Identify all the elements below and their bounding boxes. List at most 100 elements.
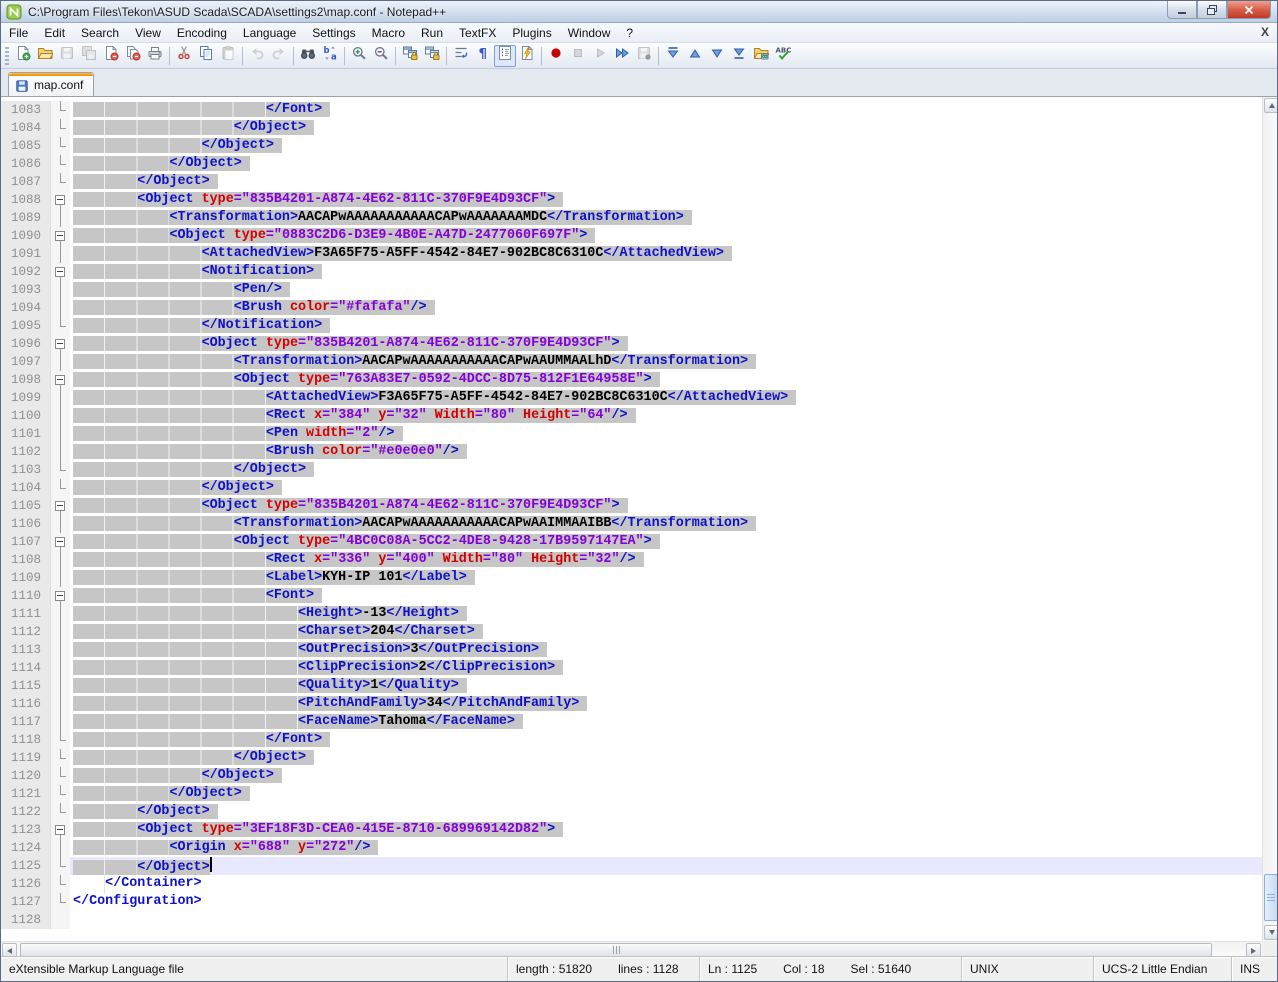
- code-text[interactable]: <OutPrecision>3</OutPrecision>: [70, 641, 1262, 659]
- nav-next-button[interactable]: [706, 45, 728, 67]
- code-text[interactable]: </Object>: [70, 479, 1262, 497]
- code-line[interactable]: 1122 </Object>: [1, 803, 1262, 821]
- code-text[interactable]: <Object type="0883C2D6-D3E9-4B0E-A47D-24…: [70, 227, 1262, 245]
- code-line[interactable]: 1100 <Rect x="384" y="32" Width="80" Hei…: [1, 407, 1262, 425]
- fold-collapse-box[interactable]: [51, 191, 70, 209]
- menubar-close-document-button[interactable]: X: [1261, 25, 1269, 39]
- play-macro-button[interactable]: [589, 45, 611, 67]
- horizontal-scrollbar-thumb[interactable]: [20, 943, 1212, 957]
- indent-guide-button[interactable]: [494, 45, 516, 67]
- code-text[interactable]: <Object type="835B4201-A874-4E62-811C-37…: [70, 497, 1262, 515]
- code-text[interactable]: </Object>: [70, 857, 1262, 875]
- code-line[interactable]: 1091 <AttachedView>F3A65F75-A5FF-4542-84…: [1, 245, 1262, 263]
- code-text[interactable]: <Transformation>AACAPwAAAAAAAAAAACAPwAAI…: [70, 515, 1262, 533]
- doc-map-button[interactable]: [516, 45, 538, 67]
- code-line[interactable]: 1128: [1, 911, 1262, 929]
- code-text[interactable]: </Object>: [70, 767, 1262, 785]
- code-text[interactable]: <Brush color="#e0e0e0"/>: [70, 443, 1262, 461]
- code-text[interactable]: [70, 911, 1262, 929]
- code-text[interactable]: <Object type="763A83E7-0592-4DCC-8D75-81…: [70, 371, 1262, 389]
- save-all-button[interactable]: [78, 45, 100, 67]
- redo-button[interactable]: [268, 45, 290, 67]
- fold-collapse-box[interactable]: [51, 335, 70, 353]
- new-file-button[interactable]: [12, 45, 34, 67]
- code-text[interactable]: <Pen/>: [70, 281, 1262, 299]
- nav-first-button[interactable]: [662, 45, 684, 67]
- code-line[interactable]: 1127</Configuration>: [1, 893, 1262, 911]
- code-line[interactable]: 1105 <Object type="835B4201-A874-4E62-81…: [1, 497, 1262, 515]
- code-line[interactable]: 1095 </Notification>: [1, 317, 1262, 335]
- code-line[interactable]: 1102 <Brush color="#e0e0e0"/>: [1, 443, 1262, 461]
- fold-collapse-box[interactable]: [51, 821, 70, 839]
- menu-file[interactable]: File: [1, 24, 36, 42]
- menu-edit[interactable]: Edit: [36, 24, 73, 42]
- code-line[interactable]: 1085 </Object>: [1, 137, 1262, 155]
- code-line[interactable]: 1116 <PitchAndFamily>34</PitchAndFamily>: [1, 695, 1262, 713]
- toolbar-gripper[interactable]: [5, 47, 9, 65]
- code-line[interactable]: 1106 <Transformation>AACAPwAAAAAAAAAAACA…: [1, 515, 1262, 533]
- menu-macro[interactable]: Macro: [364, 24, 413, 42]
- save-macro-button[interactable]: [633, 45, 655, 67]
- code-area[interactable]: 1083 </Font> 1084 </Object> 1085 </Objec…: [1, 97, 1262, 941]
- code-line[interactable]: 1124 <Origin x="688" y="272"/>: [1, 839, 1262, 857]
- find-button[interactable]: [297, 45, 319, 67]
- menu-view[interactable]: View: [127, 24, 169, 42]
- menu-search[interactable]: Search: [73, 24, 127, 42]
- code-line[interactable]: 1094 <Brush color="#fafafa"/>: [1, 299, 1262, 317]
- zoom-out-button[interactable]: [370, 45, 392, 67]
- code-text[interactable]: </Object>: [70, 803, 1262, 821]
- fold-collapse-box[interactable]: [51, 587, 70, 605]
- paste-button[interactable]: [217, 45, 239, 67]
- code-text[interactable]: <AttachedView>F3A65F75-A5FF-4542-84E7-90…: [70, 245, 1262, 263]
- menu-help[interactable]: ?: [618, 24, 641, 42]
- code-line[interactable]: 1109 <Label>KYH-IP 101</Label>: [1, 569, 1262, 587]
- fold-collapse-box[interactable]: [51, 263, 70, 281]
- code-text[interactable]: <Transformation>AACAPwAAAAAAAAAAACAPwAAU…: [70, 353, 1262, 371]
- fold-collapse-box[interactable]: [51, 533, 70, 551]
- code-line[interactable]: 1089 <Transformation>AACAPwAAAAAAAAAAACA…: [1, 209, 1262, 227]
- scroll-down-button[interactable]: [1264, 925, 1278, 940]
- tab-map-conf[interactable]: map.conf: [8, 72, 94, 96]
- code-line[interactable]: 1084 </Object>: [1, 119, 1262, 137]
- code-text[interactable]: </Object>: [70, 137, 1262, 155]
- code-line[interactable]: 1103 </Object>: [1, 461, 1262, 479]
- code-text[interactable]: <Origin x="688" y="272"/>: [70, 839, 1262, 857]
- code-text[interactable]: </Object>: [70, 173, 1262, 191]
- undo-button[interactable]: [246, 45, 268, 67]
- cut-button[interactable]: [173, 45, 195, 67]
- code-text[interactable]: <Height>-13</Height>: [70, 605, 1262, 623]
- menu-encoding[interactable]: Encoding: [169, 24, 235, 42]
- code-line[interactable]: 1110 <Font>: [1, 587, 1262, 605]
- code-text[interactable]: </Object>: [70, 461, 1262, 479]
- nav-prev-button[interactable]: [684, 45, 706, 67]
- code-line[interactable]: 1117 <FaceName>Tahoma</FaceName>: [1, 713, 1262, 731]
- close-all-button[interactable]: [122, 45, 144, 67]
- vertical-scrollbar[interactable]: [1262, 97, 1278, 941]
- code-line[interactable]: 1125 </Object>: [1, 857, 1262, 875]
- run-macro-multiple-button[interactable]: [611, 45, 633, 67]
- save-button[interactable]: [56, 45, 78, 67]
- zoom-in-button[interactable]: [348, 45, 370, 67]
- code-text[interactable]: <Font>: [70, 587, 1262, 605]
- sync-horizontal-button[interactable]: [421, 45, 443, 67]
- menu-run[interactable]: Run: [413, 24, 451, 42]
- menu-plugins[interactable]: Plugins: [504, 24, 559, 42]
- code-text[interactable]: <Object type="835B4201-A874-4E62-811C-37…: [70, 335, 1262, 353]
- code-text[interactable]: <Charset>204</Charset>: [70, 623, 1262, 641]
- open-file-button[interactable]: [34, 45, 56, 67]
- code-line[interactable]: 1086 </Object>: [1, 155, 1262, 173]
- code-line[interactable]: 1090 <Object type="0883C2D6-D3E9-4B0E-A4…: [1, 227, 1262, 245]
- nav-last-button[interactable]: [728, 45, 750, 67]
- replace-button[interactable]: ba: [319, 45, 341, 67]
- code-line[interactable]: 1088 <Object type="835B4201-A874-4E62-81…: [1, 191, 1262, 209]
- scroll-up-button[interactable]: [1264, 98, 1278, 113]
- vertical-scrollbar-thumb[interactable]: [1264, 874, 1278, 921]
- fold-collapse-box[interactable]: [51, 371, 70, 389]
- code-text[interactable]: <Rect x="384" y="32" Width="80" Height="…: [70, 407, 1262, 425]
- menu-textfx[interactable]: TextFX: [451, 24, 504, 42]
- code-line[interactable]: 1099 <AttachedView>F3A65F75-A5FF-4542-84…: [1, 389, 1262, 407]
- code-text[interactable]: </Object>: [70, 785, 1262, 803]
- code-text[interactable]: </Font>: [70, 731, 1262, 749]
- code-text[interactable]: <Object type="3EF18F3D-CEA0-415E-8710-68…: [70, 821, 1262, 839]
- code-text[interactable]: <Rect x="336" y="400" Width="80" Height=…: [70, 551, 1262, 569]
